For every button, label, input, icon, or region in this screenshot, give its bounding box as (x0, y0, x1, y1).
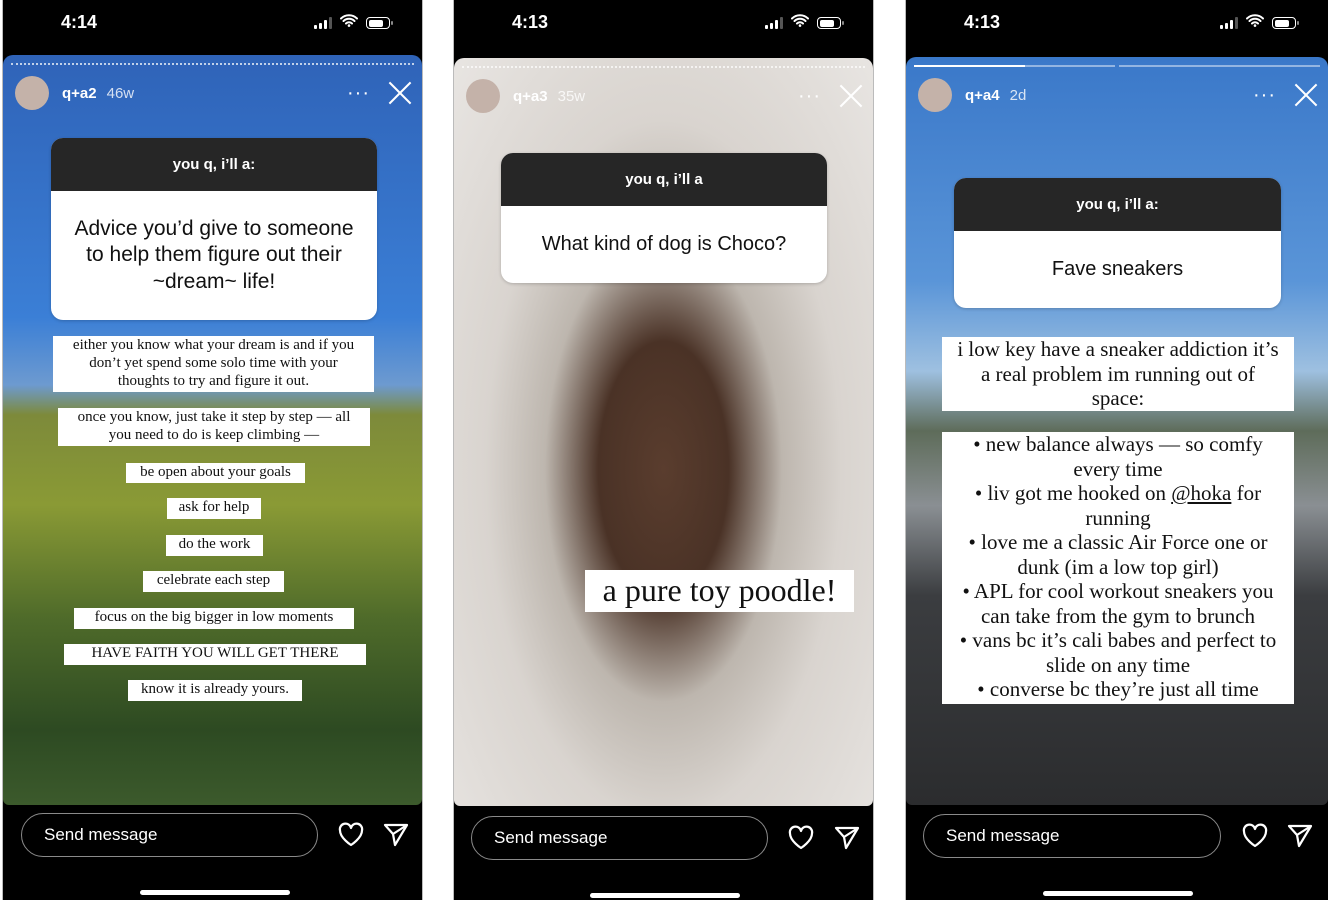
more-horizontal-icon[interactable]: ··· (1253, 85, 1276, 105)
home-indicator[interactable] (590, 893, 740, 898)
progress-segment (462, 66, 865, 68)
paper-plane-icon[interactable] (383, 822, 411, 850)
story-header: q+a3 35w ··· (466, 78, 863, 114)
wifi-icon (340, 14, 358, 32)
cellular-signal-icon (765, 17, 783, 29)
question-text: What kind of dog is Choco? (541, 233, 787, 255)
mention-link[interactable]: @hoka (1171, 481, 1231, 505)
paper-plane-icon[interactable] (1287, 823, 1315, 851)
story-header: q+a4 2d ··· (918, 77, 1318, 113)
progress-segment (1119, 65, 1320, 67)
heart-icon[interactable] (337, 822, 365, 850)
question-header: you q, i’ll a: (954, 178, 1281, 231)
progress-segment (914, 65, 1115, 67)
more-horizontal-icon[interactable]: ··· (347, 83, 370, 103)
question-header: you q, i’ll a: (51, 138, 377, 191)
username[interactable]: q+a2 (62, 85, 97, 102)
answer-text-box: i low key have a sneaker addiction it’s … (942, 337, 1294, 411)
post-age: 35w (557, 87, 586, 105)
answer-text-box: be open about your goals (126, 463, 305, 483)
send-message-input[interactable]: Send message (923, 814, 1221, 858)
question-header: you q, i’ll a (501, 153, 827, 206)
status-time: 4:14 (61, 12, 98, 32)
wifi-icon (791, 14, 809, 32)
answer-text-box: celebrate each step (143, 571, 284, 592)
post-age: 2d (1009, 86, 1027, 104)
story-content[interactable]: q+a4 2d ··· you q, i’ll a: Fave sneakers i lo… (906, 57, 1328, 805)
wifi-icon (1246, 14, 1264, 32)
send-message-input[interactable]: Send message (471, 816, 768, 860)
battery-icon (1272, 17, 1299, 29)
more-horizontal-icon[interactable]: ··· (798, 86, 821, 106)
paper-plane-icon[interactable] (834, 825, 862, 853)
question-text: Advice you’d give to someone to help the… (74, 217, 354, 293)
story-content[interactable]: q+a2 46w ··· you q, i’ll a: Advice you’d giv… (3, 55, 422, 805)
username[interactable]: q+a3 (513, 88, 548, 105)
send-message-input[interactable]: Send message (21, 813, 318, 857)
cellular-signal-icon (314, 17, 332, 29)
answer-text-box: ask for help (167, 498, 261, 519)
status-icons (765, 14, 844, 32)
close-x-icon[interactable] (388, 81, 412, 105)
home-indicator[interactable] (140, 890, 290, 895)
phone-screen-1: 4:14 q+a2 46w ··· you q, i’ll a: Advice you’d… (2, 0, 423, 900)
status-time: 4:13 (964, 12, 1001, 32)
question-sticker: you q, i’ll a: Fave sneakers (954, 178, 1281, 308)
answer-text-box: do the work (166, 535, 263, 556)
home-indicator[interactable] (1043, 891, 1193, 896)
story-progress-bar (11, 63, 414, 65)
question-text: Fave sneakers (1051, 258, 1184, 280)
username[interactable]: q+a4 (965, 87, 1000, 104)
battery-icon (366, 17, 393, 29)
phone-screen-3: 4:13 q+a4 2d ··· you q, i’ll a: Fave sneakers… (905, 0, 1328, 900)
close-x-icon[interactable] (1294, 83, 1318, 107)
heart-icon[interactable] (1241, 823, 1269, 851)
avatar[interactable] (466, 79, 500, 113)
story-progress-bar (914, 65, 1320, 67)
heart-icon[interactable] (787, 825, 815, 853)
phone-screen-2: 4:13 q+a3 35w ··· you q, i’ll a What kind of … (453, 0, 874, 900)
answer-text-box: a pure toy poodle! (585, 570, 854, 612)
answer-text-box: know it is already yours. (128, 680, 302, 701)
close-x-icon[interactable] (839, 84, 863, 108)
answer-text-box: once you know, just take it step by step… (58, 408, 370, 446)
avatar[interactable] (918, 78, 952, 112)
answer-text-box: either you know what your dream is and i… (53, 336, 374, 392)
question-sticker: you q, i’ll a What kind of dog is Choco? (501, 153, 827, 283)
progress-segment (11, 63, 414, 65)
story-progress-bar (462, 66, 865, 68)
answer-text-box: HAVE FAITH YOU WILL GET THERE (64, 644, 366, 665)
story-header: q+a2 46w ··· (15, 75, 412, 111)
status-time: 4:13 (512, 12, 549, 32)
question-sticker: you q, i’ll a: Advice you’d give to someo… (51, 138, 377, 320)
story-content[interactable]: q+a3 35w ··· you q, i’ll a What kind of dog … (454, 58, 873, 806)
answer-text-box: focus on the big bigger in low moments (74, 608, 354, 629)
answer-text-box: • new balance always — so comfy every ti… (942, 432, 1294, 704)
avatar[interactable] (15, 76, 49, 110)
post-age: 46w (106, 84, 135, 102)
status-icons (1220, 14, 1299, 32)
battery-icon (817, 17, 844, 29)
cellular-signal-icon (1220, 17, 1238, 29)
status-icons (314, 14, 393, 32)
